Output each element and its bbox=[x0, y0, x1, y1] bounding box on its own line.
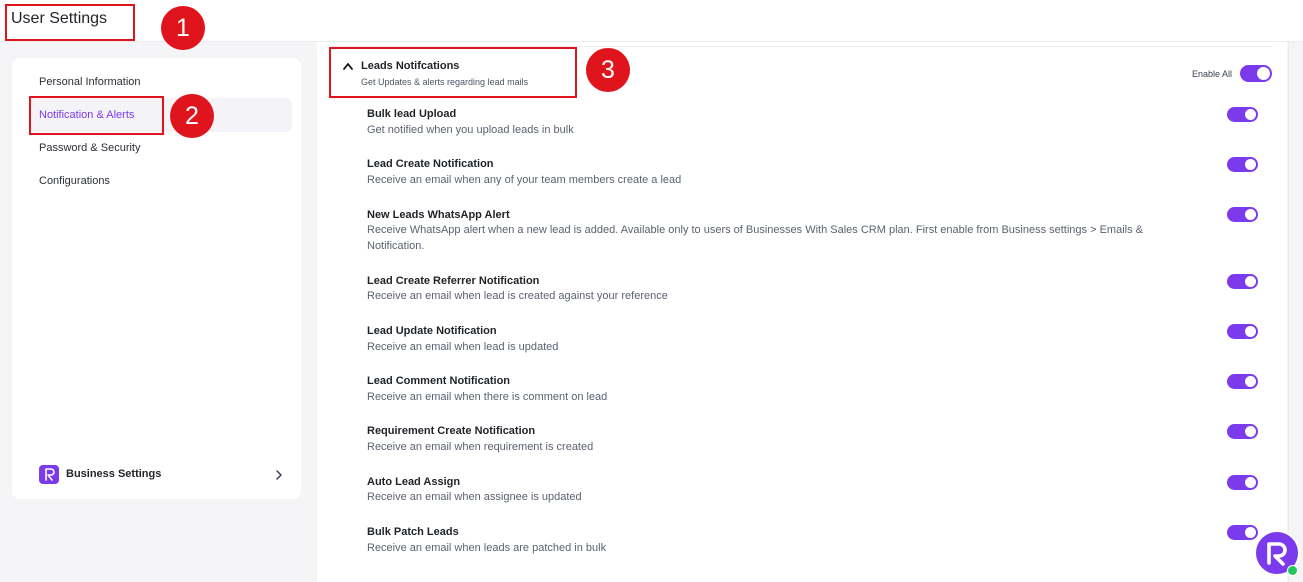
notification-description: Receive an email when there is comment o… bbox=[367, 391, 608, 403]
notification-title: Lead Comment Notification bbox=[367, 375, 511, 387]
notification-description: Receive an email when assignee is update… bbox=[367, 491, 582, 503]
notification-toggle-lead-create[interactable] bbox=[1227, 157, 1258, 172]
notification-description: Receive an email when any of your team m… bbox=[367, 174, 682, 186]
notification-toggle-lead-create-referrer[interactable] bbox=[1227, 274, 1258, 289]
online-status-dot bbox=[1287, 565, 1298, 576]
enable-all-toggle[interactable] bbox=[1240, 65, 1272, 82]
business-settings-link[interactable]: Business Settings bbox=[66, 468, 161, 480]
notification-toggle-auto-lead-assign[interactable] bbox=[1227, 475, 1258, 490]
notification-toggle-lead-update[interactable] bbox=[1227, 324, 1258, 339]
notification-description: Receive an email when leads are patched … bbox=[367, 542, 607, 554]
annotation-marker-1: 1 bbox=[161, 6, 205, 50]
notification-toggle-bulk-patch-leads[interactable] bbox=[1227, 525, 1258, 540]
annotation-box-3 bbox=[329, 47, 577, 98]
notification-toggle-whatsapp-alert[interactable] bbox=[1227, 207, 1258, 222]
refrens-logo-icon bbox=[45, 468, 55, 481]
notification-toggle-lead-comment[interactable] bbox=[1227, 374, 1258, 389]
notification-description: Get notified when you upload leads in bu… bbox=[367, 124, 574, 136]
notification-title: New Leads WhatsApp Alert bbox=[367, 209, 510, 221]
sidebar-item-personal-information[interactable]: Personal Information bbox=[39, 76, 141, 88]
scrollbar-track[interactable] bbox=[1287, 42, 1303, 582]
notification-title: Bulk lead Upload bbox=[367, 108, 457, 120]
notification-description: Receive an email when lead is updated bbox=[367, 341, 559, 353]
notification-title: Requirement Create Notification bbox=[367, 425, 536, 437]
notification-title: Auto Lead Assign bbox=[367, 476, 461, 488]
business-logo bbox=[39, 465, 59, 484]
notification-description: Receive WhatsApp alert when a new lead i… bbox=[367, 224, 1143, 252]
chevron-right-icon[interactable] bbox=[272, 468, 286, 482]
sidebar-item-configurations[interactable]: Configurations bbox=[39, 175, 110, 187]
notification-title: Bulk Patch Leads bbox=[367, 526, 459, 538]
notification-description: Receive an email when requirement is cre… bbox=[367, 441, 594, 453]
notification-title: Lead Create Notification bbox=[367, 158, 494, 170]
annotation-box-2 bbox=[29, 96, 164, 135]
notification-toggle-bulk-lead-upload[interactable] bbox=[1227, 107, 1258, 122]
notification-title: Lead Create Referrer Notification bbox=[367, 275, 540, 287]
sidebar-item-password-security[interactable]: Password & Security bbox=[39, 142, 140, 154]
enable-all-label: Enable All bbox=[1192, 69, 1233, 79]
notification-description: Receive an email when lead is created ag… bbox=[367, 290, 668, 302]
annotation-box-1 bbox=[5, 4, 135, 41]
annotation-marker-3: 3 bbox=[586, 48, 630, 92]
notification-title: Lead Update Notification bbox=[367, 325, 497, 337]
notification-toggle-requirement-create[interactable] bbox=[1227, 424, 1258, 439]
annotation-marker-2: 2 bbox=[170, 94, 214, 138]
content-edge-divider bbox=[1288, 42, 1289, 582]
